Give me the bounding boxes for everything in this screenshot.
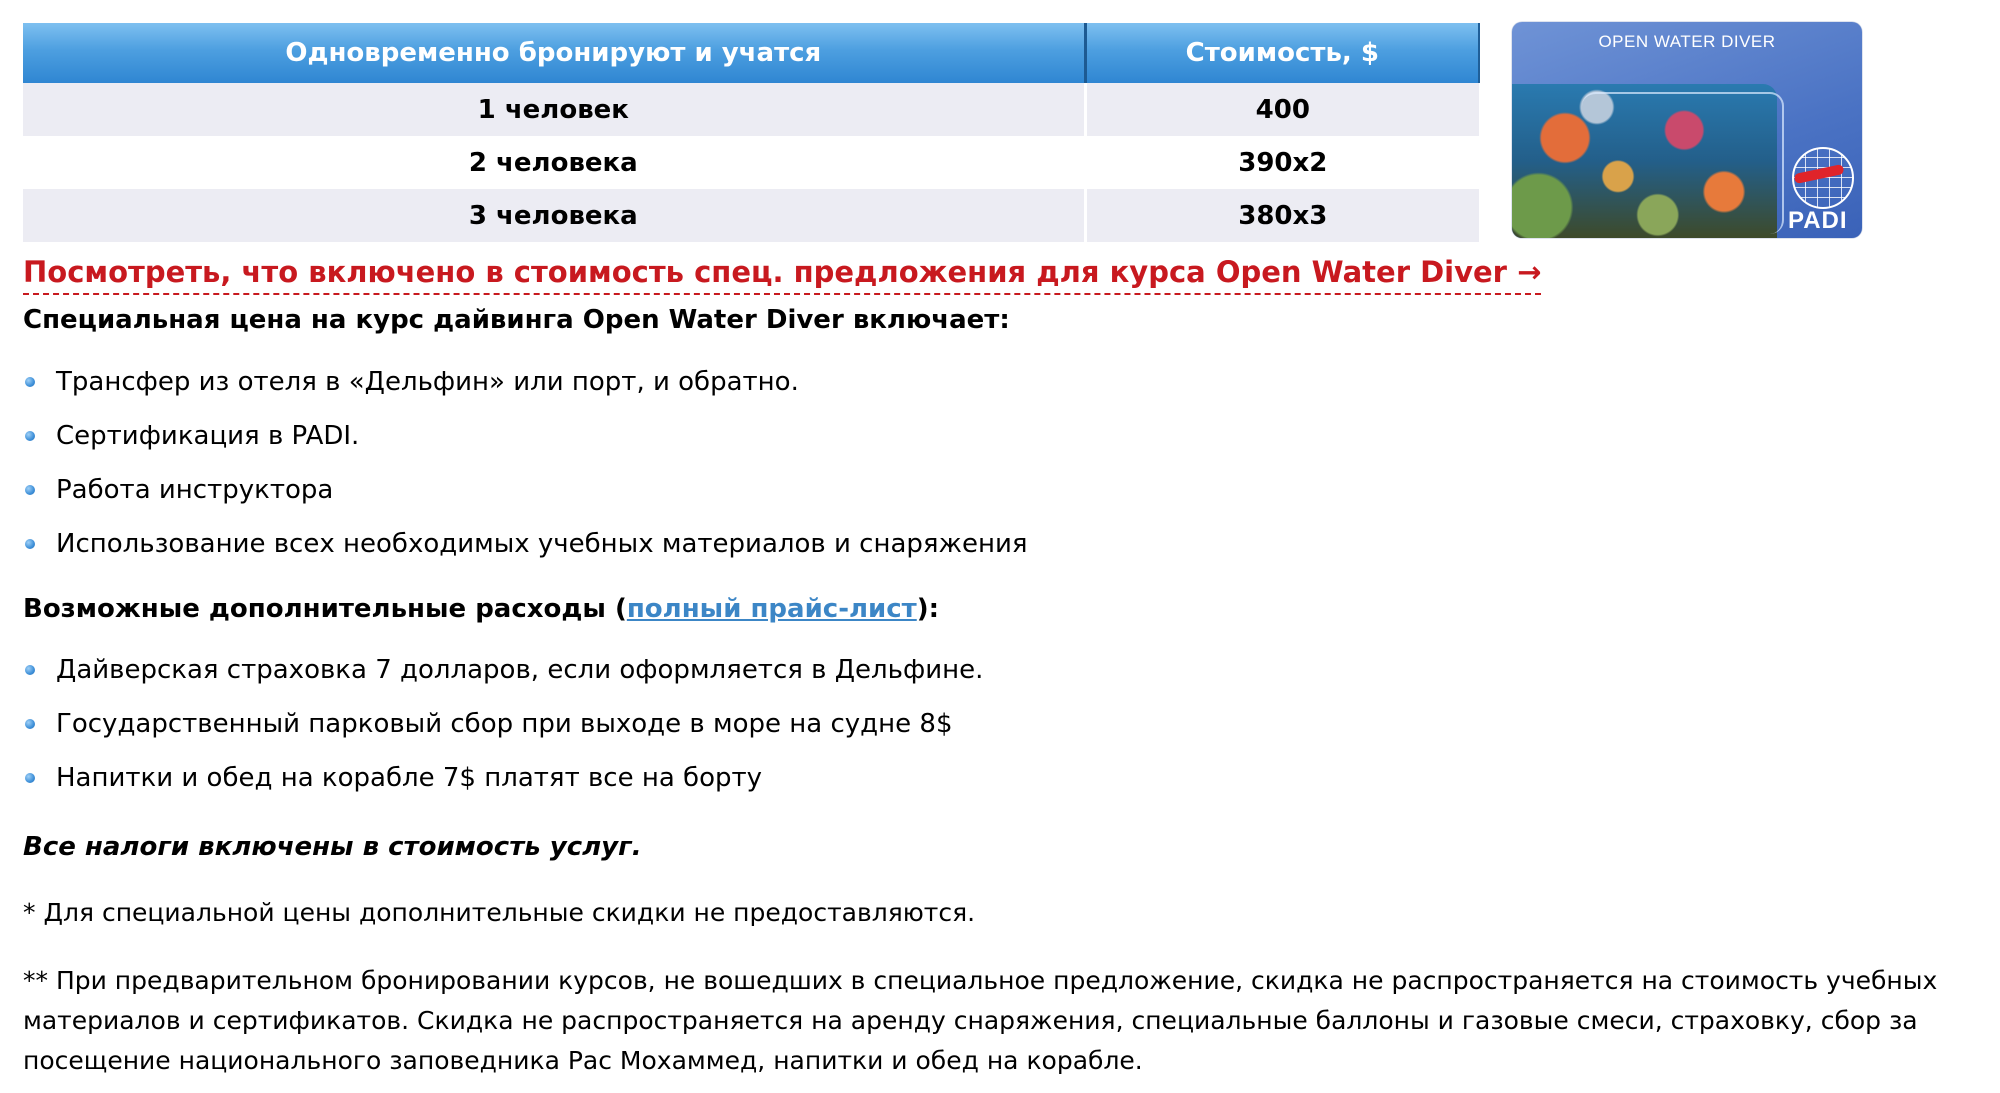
padi-card-image: OPEN WATER DIVER PADI bbox=[1512, 22, 1862, 238]
table-row: 1 человек 400 bbox=[23, 83, 1479, 136]
price-table-header: Одновременно бронируют и учатся Стоимост… bbox=[23, 23, 1480, 83]
extras-heading-end: ): bbox=[916, 594, 940, 624]
price-list-link[interactable]: полный прайс-лист bbox=[627, 594, 917, 624]
includes-heading: Специальная цена на курс дайвинга Open W… bbox=[23, 305, 1010, 335]
card-title: OPEN WATER DIVER bbox=[1598, 32, 1776, 51]
extras-heading-text: Возможные дополнительные расходы ( bbox=[23, 594, 627, 624]
header-people: Одновременно бронируют и учатся bbox=[23, 23, 1087, 83]
cell-price: 380x3 bbox=[1085, 189, 1479, 242]
includes-list: Трансфер из отеля в «Дельфин» или порт, … bbox=[23, 365, 1027, 581]
cell-price: 400 bbox=[1085, 83, 1479, 136]
cell-people: 1 человек bbox=[23, 83, 1087, 136]
list-item: Использование всех необходимых учебных м… bbox=[23, 527, 1027, 581]
footnote-discount: * Для специальной цены дополнительные ск… bbox=[23, 898, 976, 927]
list-item: Сертификация в PADI. bbox=[23, 419, 1027, 473]
padi-logo: PADI bbox=[1788, 207, 1848, 234]
list-item: Напитки и обед на корабле 7$ платят все … bbox=[23, 761, 983, 815]
footnote-booking: ** При предварительном бронировании курс… bbox=[23, 966, 1938, 1075]
cell-price: 390x2 bbox=[1085, 136, 1479, 189]
header-price: Стоимость, $ bbox=[1085, 23, 1480, 83]
cell-people: 3 человека bbox=[23, 189, 1087, 242]
list-item: Работа инструктора bbox=[23, 473, 1027, 527]
taxes-note: Все налоги включены в стоимость услуг. bbox=[23, 832, 642, 862]
extras-list: Дайверская страховка 7 долларов, если оф… bbox=[23, 653, 983, 815]
offer-details-link[interactable]: Посмотреть, что включено в стоимость спе… bbox=[23, 255, 1542, 295]
extras-heading: Возможные дополнительные расходы (полный… bbox=[23, 592, 939, 626]
card-frame bbox=[1582, 92, 1784, 234]
list-item: Трансфер из отеля в «Дельфин» или порт, … bbox=[23, 365, 1027, 419]
list-item: Государственный парковый сбор при выходе… bbox=[23, 707, 983, 761]
table-row: 2 человека 390x2 bbox=[23, 136, 1479, 189]
price-table: Одновременно бронируют и учатся Стоимост… bbox=[23, 23, 1480, 242]
cell-people: 2 человека bbox=[23, 136, 1087, 189]
table-row: 3 человека 380x3 bbox=[23, 189, 1479, 242]
list-item: Дайверская страховка 7 долларов, если оф… bbox=[23, 653, 983, 707]
